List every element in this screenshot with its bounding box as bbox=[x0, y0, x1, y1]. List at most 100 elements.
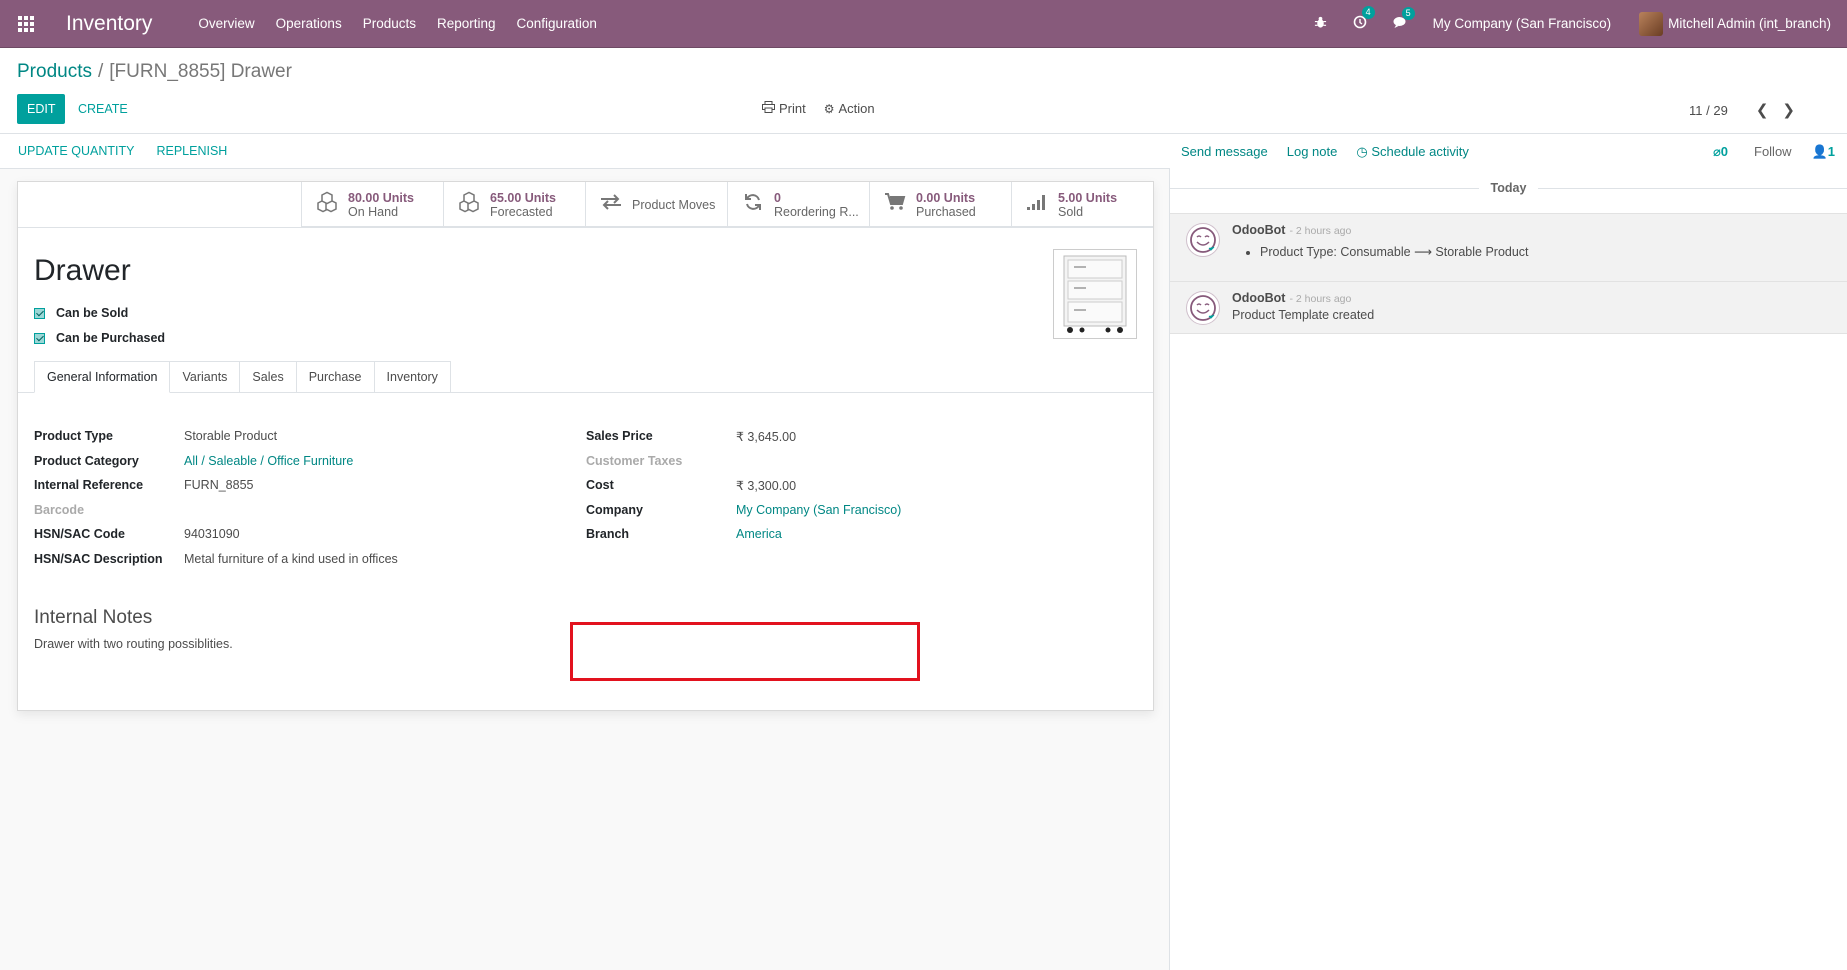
form-statusbar: UPDATE QUANTITY REPLENISH bbox=[0, 134, 1170, 169]
product-moves-label: Product Moves bbox=[632, 197, 716, 212]
tab-variants[interactable]: Variants bbox=[170, 361, 241, 393]
date-separator: Today bbox=[1170, 175, 1847, 203]
bug-icon[interactable] bbox=[1314, 16, 1327, 32]
internal-reference-label: Internal Reference bbox=[34, 478, 144, 493]
branch-label: Branch bbox=[586, 527, 630, 542]
message-author[interactable]: OdooBot bbox=[1232, 223, 1285, 237]
update-quantity-button[interactable]: UPDATE QUANTITY bbox=[18, 144, 134, 158]
user-avatar bbox=[1639, 11, 1664, 36]
schedule-activity-button[interactable]: ◷ Schedule activity bbox=[1356, 144, 1469, 160]
chatter-topbar: Send message Log note ◷ Schedule activit… bbox=[1170, 134, 1847, 169]
internal-reference-value: FURN_8855 bbox=[184, 478, 254, 493]
print-icon bbox=[762, 101, 775, 116]
tab-inventory[interactable]: Inventory bbox=[374, 361, 451, 393]
print-menu[interactable]: Print bbox=[762, 101, 806, 116]
internal-notes-title: Internal Notes bbox=[34, 607, 153, 628]
general-fields-left: Product Type Storable Product Product Ca… bbox=[34, 424, 398, 571]
reordering-rules-button[interactable]: 0 Reordering R... bbox=[727, 182, 869, 227]
hsn-sac-code-value: 94031090 bbox=[184, 527, 240, 542]
reordering-value: 0 bbox=[774, 190, 781, 205]
product-name: Drawer bbox=[34, 254, 131, 287]
user-name: Mitchell Admin (int_branch) bbox=[1668, 16, 1831, 31]
field-product-category: Product Category All / Saleable / Office… bbox=[34, 449, 398, 474]
product-category-label: Product Category bbox=[34, 453, 139, 468]
replenish-button[interactable]: REPLENISH bbox=[156, 144, 227, 158]
chatter-message: OdooBot - 2 hours ago Product Type: Consu… bbox=[1170, 213, 1847, 282]
tab-general-information[interactable]: General Information bbox=[34, 361, 171, 393]
hsn-sac-description-label: HSN/SAC Description bbox=[34, 551, 163, 566]
general-fields-right: Sales Price ₹ 3,645.00 Customer Taxes Co… bbox=[586, 424, 901, 547]
menu-item-configuration[interactable]: Configuration bbox=[517, 16, 597, 31]
product-image[interactable] bbox=[1053, 249, 1137, 339]
message-body: Product Template created bbox=[1232, 308, 1375, 322]
cost-value: ₹ 3,300.00 bbox=[736, 478, 797, 493]
activity-clock-icon[interactable]: 4 bbox=[1353, 6, 1375, 32]
purchased-button[interactable]: 0.00 Units Purchased bbox=[869, 182, 1011, 227]
purchased-label: Purchased bbox=[916, 204, 976, 219]
sold-label: Sold bbox=[1058, 204, 1084, 219]
tab-sales[interactable]: Sales bbox=[240, 361, 297, 393]
cubes-icon bbox=[454, 191, 484, 219]
followers-button[interactable]: 👤1 bbox=[1812, 144, 1835, 160]
can-be-purchased-label: Can be Purchased bbox=[56, 331, 166, 345]
company-link[interactable]: My Company (San Francisco) bbox=[736, 503, 901, 517]
attachments-button[interactable]: ⌀0 bbox=[1713, 144, 1728, 160]
app-name[interactable]: Inventory bbox=[66, 12, 152, 36]
action-menu[interactable]: ⚙ Action bbox=[824, 101, 875, 116]
tab-purchase[interactable]: Purchase bbox=[296, 361, 375, 393]
menu-item-reporting[interactable]: Reporting bbox=[437, 16, 496, 31]
follow-button[interactable]: Follow bbox=[1754, 144, 1792, 159]
message-author[interactable]: OdooBot bbox=[1232, 291, 1285, 305]
pager: 11 / 29 ❮ ❯ bbox=[1689, 101, 1795, 119]
edit-button[interactable]: EDIT bbox=[17, 94, 66, 124]
field-sales-price: Sales Price ₹ 3,645.00 bbox=[586, 424, 901, 449]
log-note-button[interactable]: Log note bbox=[1287, 144, 1338, 159]
user-menu[interactable]: Mitchell Admin (int_branch) bbox=[1639, 11, 1831, 36]
menu-item-products[interactable]: Products bbox=[363, 16, 416, 31]
hsn-sac-description-value: Metal furniture of a kind used in office… bbox=[184, 551, 398, 566]
followers-count: 1 bbox=[1827, 143, 1835, 159]
product-category-link[interactable]: All / Saleable / Office Furniture bbox=[184, 454, 353, 468]
internal-notes-text: Drawer with two routing possiblities. bbox=[34, 637, 233, 651]
field-product-type: Product Type Storable Product bbox=[34, 424, 398, 449]
menu-item-overview[interactable]: Overview bbox=[198, 16, 254, 31]
signal-icon bbox=[1022, 193, 1052, 217]
print-label: Print bbox=[779, 101, 806, 116]
main-menu: Overview Operations Products Reporting C… bbox=[198, 16, 617, 31]
pager-previous-icon[interactable]: ❮ bbox=[1756, 101, 1769, 119]
message-date: - 2 hours ago bbox=[1289, 293, 1352, 305]
control-panel: Products / [FURN_8855] Drawer EDIT CREATE … bbox=[0, 48, 1847, 134]
sold-button[interactable]: 5.00 Units Sold bbox=[1011, 182, 1153, 227]
can-be-purchased-row: Can be Purchased bbox=[34, 331, 165, 345]
field-cost: Cost ₹ 3,300.00 bbox=[586, 473, 901, 498]
branch-link[interactable]: America bbox=[736, 527, 782, 541]
pager-next-icon[interactable]: ❯ bbox=[1782, 101, 1795, 119]
message-date: - 2 hours ago bbox=[1289, 225, 1352, 237]
pager-value[interactable]: 11 / 29 bbox=[1689, 103, 1728, 118]
systray: 4 5 My Company (San Francisco) Mitchell … bbox=[1301, 0, 1847, 48]
messages-icon[interactable]: 5 bbox=[1393, 6, 1415, 32]
menu-item-operations[interactable]: Operations bbox=[276, 16, 342, 31]
apps-menu-icon[interactable] bbox=[0, 0, 52, 48]
breadcrumb-separator: / bbox=[97, 61, 104, 82]
odoobot-avatar bbox=[1186, 291, 1220, 325]
forecasted-label: Forecasted bbox=[490, 204, 553, 219]
reordering-label: Reordering R... bbox=[774, 204, 859, 219]
on-hand-label: On Hand bbox=[348, 204, 399, 219]
company-switcher[interactable]: My Company (San Francisco) bbox=[1433, 16, 1612, 31]
attachments-count: 0 bbox=[1720, 143, 1728, 159]
smart-buttons-divider bbox=[18, 227, 1153, 228]
create-button[interactable]: CREATE bbox=[70, 94, 136, 124]
product-moves-button[interactable]: Product Moves bbox=[585, 182, 727, 227]
can-be-purchased-checkbox[interactable] bbox=[34, 332, 45, 344]
on-hand-button[interactable]: 80.00 Units On Hand bbox=[301, 182, 443, 227]
on-hand-value: 80.00 Units bbox=[348, 190, 415, 205]
barcode-label: Barcode bbox=[34, 502, 85, 517]
breadcrumb-products[interactable]: Products bbox=[17, 61, 92, 82]
can-be-sold-checkbox[interactable] bbox=[34, 307, 45, 319]
product-type-label: Product Type bbox=[34, 429, 113, 444]
forecasted-button[interactable]: 65.00 Units Forecasted bbox=[443, 182, 585, 227]
customer-taxes-label: Customer Taxes bbox=[586, 453, 683, 468]
send-message-button[interactable]: Send message bbox=[1181, 144, 1268, 159]
forecasted-value: 65.00 Units bbox=[490, 190, 557, 205]
